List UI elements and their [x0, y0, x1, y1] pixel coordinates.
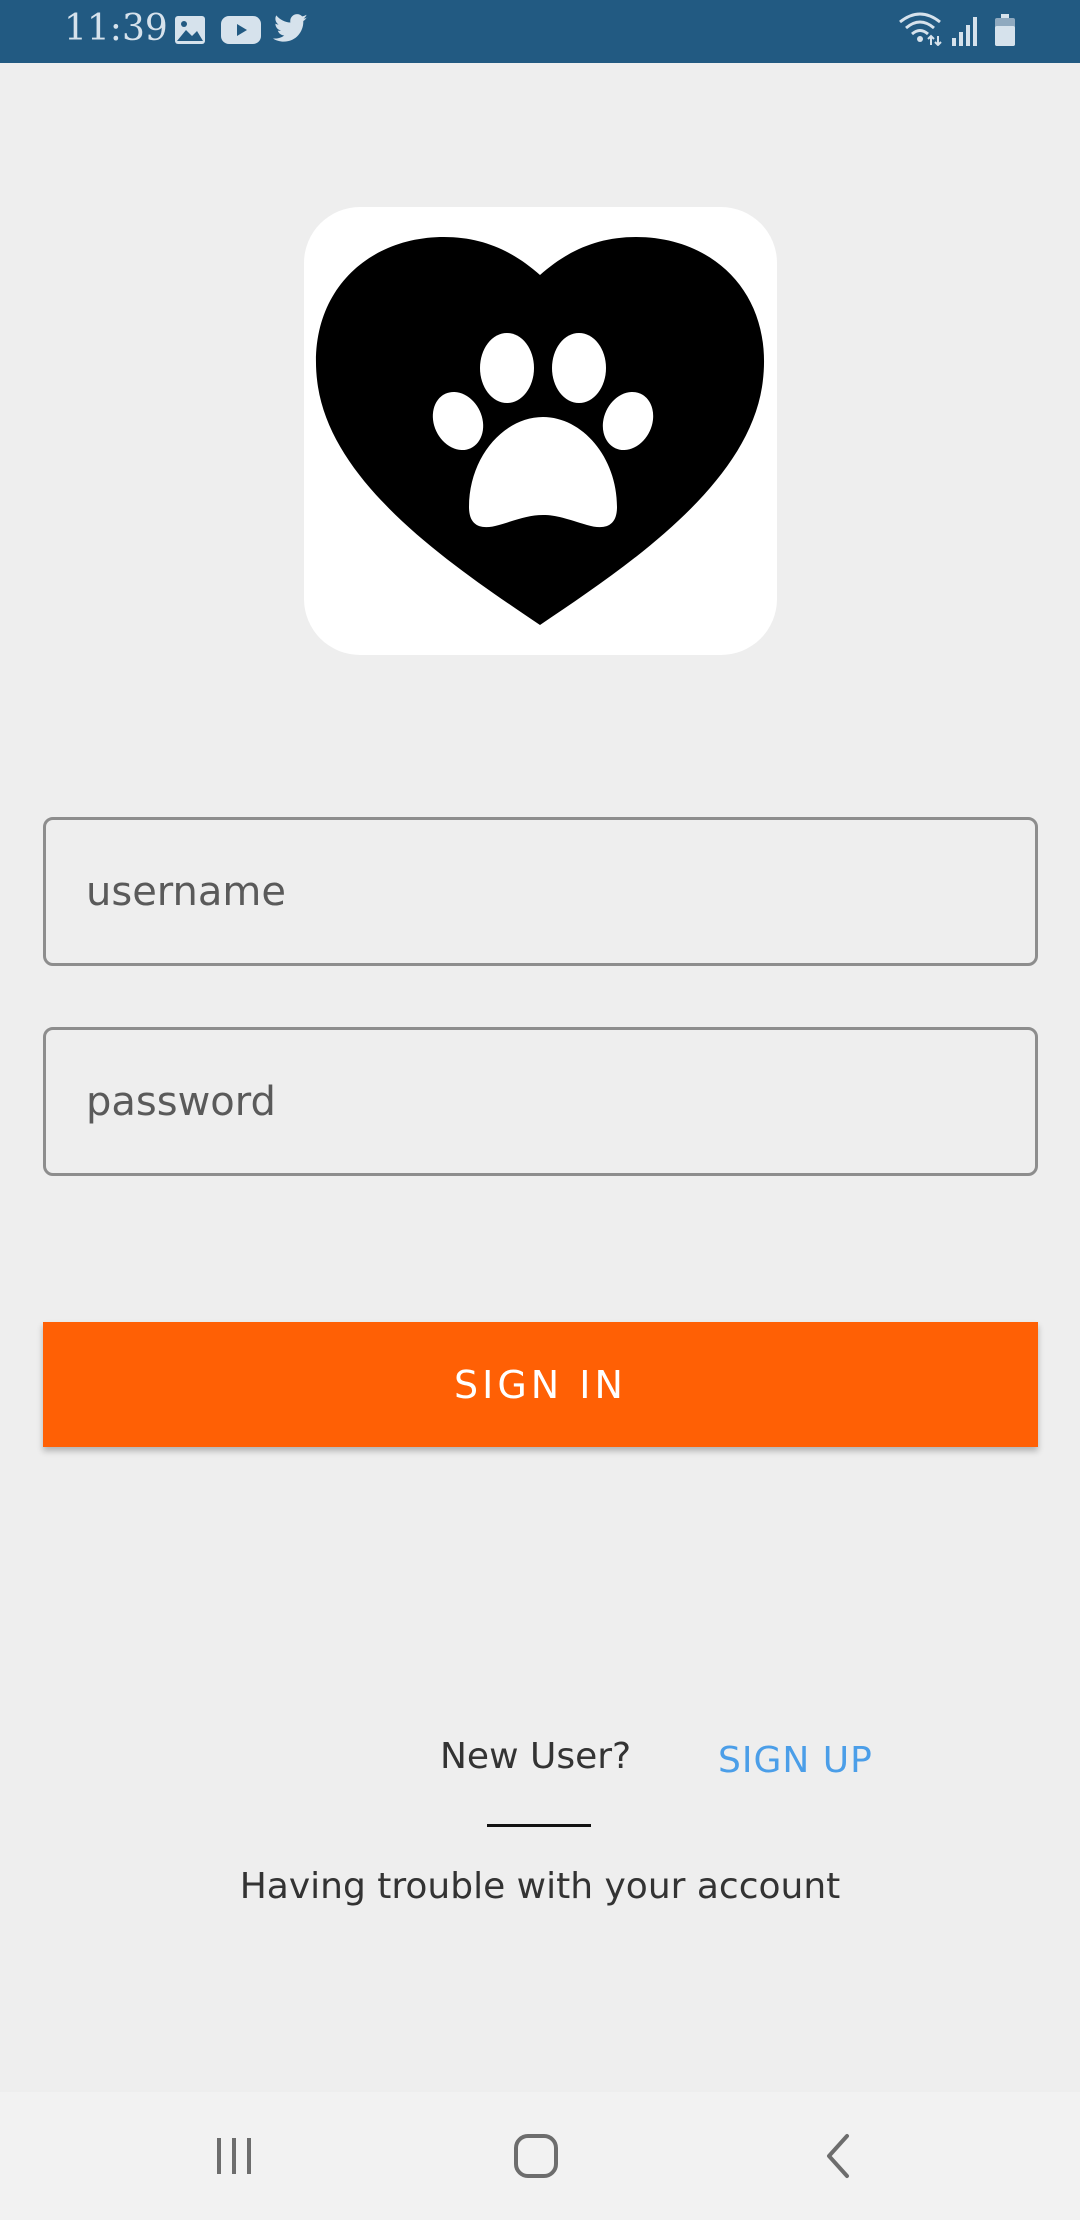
new-user-label: New User? — [440, 1736, 632, 1777]
username-field-box — [43, 817, 1038, 966]
sign-up-link[interactable]: SIGN UP — [718, 1740, 873, 1781]
battery-icon — [994, 14, 1016, 46]
image-icon — [174, 15, 206, 45]
password-field-box — [43, 1027, 1038, 1176]
back-icon — [827, 2134, 849, 2178]
sign-in-button[interactable]: SIGN IN — [43, 1322, 1038, 1447]
divider — [487, 1824, 591, 1827]
recent-apps-button[interactable] — [154, 2092, 314, 2220]
back-button[interactable] — [758, 2092, 918, 2220]
youtube-icon — [221, 16, 261, 44]
signal-icon — [951, 14, 981, 46]
account-trouble-link[interactable]: Having trouble with your account — [0, 1866, 1080, 1907]
heart-paw-icon — [315, 237, 765, 625]
home-icon — [514, 2134, 558, 2178]
password-input[interactable] — [46, 1030, 1035, 1173]
system-nav-bar — [0, 2092, 1080, 2220]
home-button[interactable] — [456, 2092, 616, 2220]
twitter-icon — [273, 14, 309, 44]
app-logo — [304, 207, 777, 655]
status-bar: 11:39 — [0, 0, 1080, 63]
status-time: 11:39 — [64, 8, 168, 49]
wifi-icon — [898, 12, 942, 46]
username-input[interactable] — [46, 820, 1035, 963]
recent-apps-icon — [217, 2138, 251, 2174]
